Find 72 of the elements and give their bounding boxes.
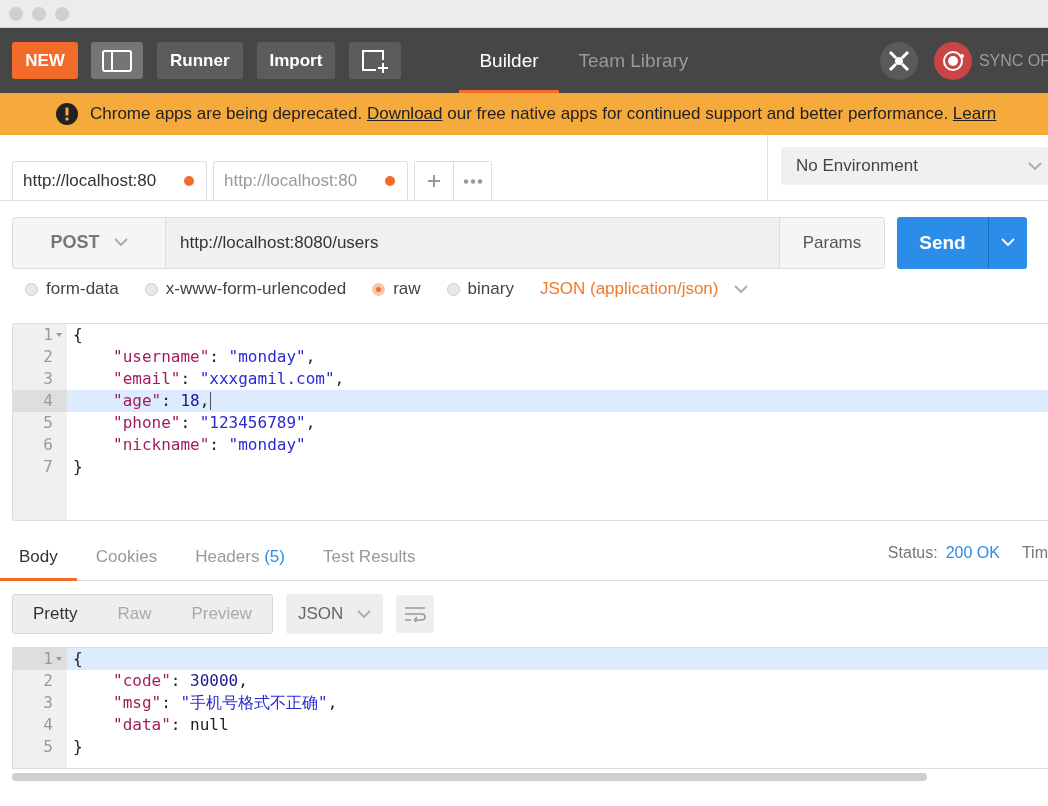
response-tab[interactable]: Headers (5): [176, 547, 304, 581]
chevron-down-icon: [1028, 161, 1042, 171]
plus-icon: [428, 175, 440, 187]
radio-button[interactable]: [446, 282, 460, 296]
radio-label[interactable]: raw: [393, 279, 421, 299]
window-control[interactable]: [55, 6, 69, 21]
line-number: 5: [43, 412, 53, 434]
line-number: 6: [43, 434, 53, 456]
window-plus-icon: [360, 47, 391, 74]
code-line: "msg": "手机号格式不正确",: [112, 692, 339, 714]
toolbar-button[interactable]: Import: [256, 42, 336, 79]
line-number: 4: [43, 714, 53, 736]
chevron-down-icon: [734, 284, 749, 294]
window-control[interactable]: [32, 6, 46, 21]
new-window-button[interactable]: [349, 42, 402, 79]
radio-label[interactable]: form-data: [46, 279, 119, 299]
response-tab[interactable]: Body: [0, 547, 77, 581]
sync-button[interactable]: [933, 41, 972, 80]
radio-button[interactable]: [372, 282, 386, 296]
wrap-lines-icon: [404, 606, 427, 622]
view-mode-button[interactable]: Pretty: [13, 595, 98, 633]
code-line: "data": null: [112, 714, 230, 736]
scrollbar[interactable]: [12, 773, 927, 781]
line-number: 1: [43, 324, 53, 346]
window-control[interactable]: [9, 6, 23, 21]
radio-button[interactable]: [144, 282, 158, 296]
line-number: 3: [43, 368, 53, 390]
code-editor[interactable]: { "username": "monday", "email": "xxxgamil.com", "age": 18, "phone": "123456789", "nickname": "monday" }: [67, 324, 1048, 520]
code-line: }: [72, 456, 84, 478]
chevron-down-icon: [1001, 238, 1015, 247]
request-tab[interactable]: http://localhost:80: [12, 161, 207, 200]
status-label: Status:: [887, 544, 938, 562]
line-number: 7: [43, 456, 53, 478]
deprecation-notice: Chrome apps are being deprecated. Download our free native apps for continued support and better performance. Learn: [90, 104, 997, 124]
line-number: 1: [43, 648, 53, 670]
toolbar-button[interactable]: Runner: [157, 42, 243, 79]
satellite-icon: [886, 48, 911, 73]
line-number: 4: [43, 390, 53, 412]
link[interactable]: Download: [366, 104, 443, 123]
chevron-down-icon: [113, 238, 128, 247]
time-label: Tim: [1021, 544, 1048, 562]
more-button[interactable]: [453, 162, 491, 200]
sidebar-icon: [102, 49, 132, 72]
code-line: "code": 30000,: [112, 670, 249, 692]
chevron-down-icon: [357, 609, 372, 619]
fold-arrow-icon[interactable]: [55, 331, 63, 339]
radio-label[interactable]: binary: [467, 279, 514, 299]
more-icon: [462, 178, 483, 184]
code-line: "nickname": "monday": [112, 434, 307, 456]
line-number: 2: [43, 670, 53, 692]
wrap-lines-button[interactable]: [396, 595, 435, 633]
sidebar-toggle-button[interactable]: [91, 42, 143, 79]
link[interactable]: Learn: [952, 104, 997, 123]
fold-arrow-icon[interactable]: [55, 655, 63, 663]
code-line: "username": "monday",: [112, 346, 317, 368]
code-line: "phone": "123456789",: [112, 412, 317, 434]
code-line: {: [72, 324, 84, 346]
warning-icon: [56, 103, 78, 125]
format-dropdown[interactable]: JSON: [285, 594, 384, 634]
code-editor[interactable]: { "code": 30000, "msg": "手机号格式不正确", "data": null }: [67, 648, 1048, 768]
code-line: }: [72, 736, 84, 758]
line-number: 2: [43, 346, 53, 368]
radio-label[interactable]: x-www-form-urlencoded: [165, 279, 347, 299]
radio-button[interactable]: [25, 282, 38, 296]
method-dropdown[interactable]: POST: [13, 217, 165, 268]
interceptor-button[interactable]: [879, 41, 918, 80]
url-field[interactable]: http://localhost:8080/users: [165, 217, 780, 268]
environment-dropdown[interactable]: No Environment: [781, 147, 1048, 185]
status-value: 200 OK: [945, 544, 1000, 562]
line-number: 3: [43, 692, 53, 714]
line-number: 5: [43, 736, 53, 758]
code-line: "email": "xxxgamil.com",: [112, 368, 346, 390]
